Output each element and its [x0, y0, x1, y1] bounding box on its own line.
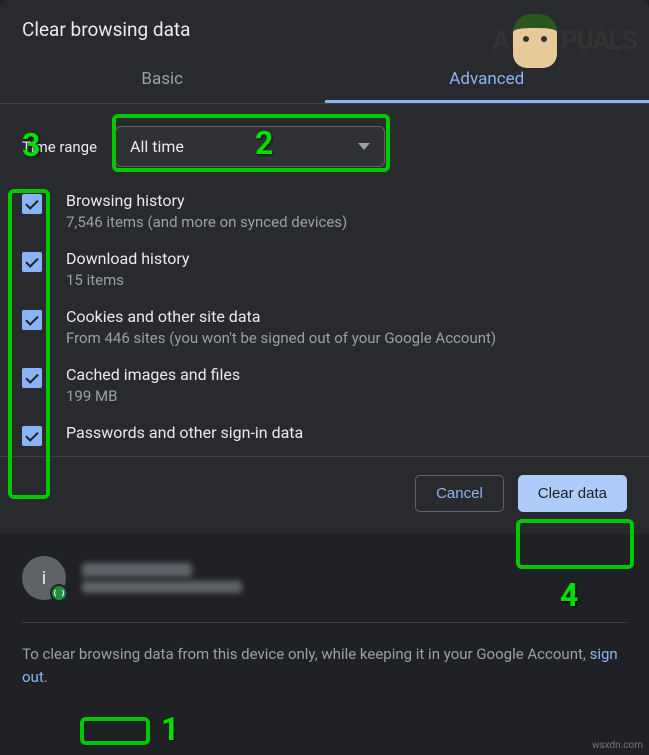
account-row: i: [22, 556, 627, 623]
account-email-redacted: [82, 581, 242, 593]
option-subtitle: 7,546 items (and more on synced devices): [66, 213, 347, 231]
checkmark-icon: [25, 312, 38, 325]
option-title: Passwords and other sign-in data: [66, 423, 303, 442]
option-title: Cached images and files: [66, 365, 240, 384]
footer-text-before: To clear browsing data from this device …: [22, 645, 590, 663]
tab-advanced[interactable]: Advanced: [325, 55, 649, 103]
time-range-label: Time range: [22, 138, 97, 156]
footer-text-after: .: [44, 668, 48, 686]
option-cached: Cached images and files 199 MB: [22, 365, 627, 405]
option-title: Download history: [66, 249, 190, 268]
account-name-redacted: [82, 563, 192, 577]
option-browsing-history: Browsing history 7,546 items (and more o…: [22, 191, 627, 231]
option-subtitle: From 446 sites (you won't be signed out …: [66, 329, 496, 347]
dialog-title: Clear browsing data: [0, 0, 649, 55]
checkmark-icon: [25, 428, 38, 441]
clear-data-button[interactable]: Clear data: [518, 475, 627, 512]
checkbox-download-history[interactable]: [22, 252, 42, 272]
avatar: i: [22, 556, 66, 600]
chevron-down-icon: [358, 143, 370, 150]
option-subtitle: 199 MB: [66, 387, 240, 405]
annotation-number-1: 1: [161, 710, 179, 748]
checkbox-browsing-history[interactable]: [22, 194, 42, 214]
option-cookies: Cookies and other site data From 446 sit…: [22, 307, 627, 347]
checkbox-cookies[interactable]: [22, 310, 42, 330]
option-subtitle: 15 items: [66, 271, 190, 289]
image-credit: wsxdn.com: [592, 740, 643, 751]
option-title: Browsing history: [66, 191, 347, 210]
checkbox-passwords[interactable]: [22, 426, 42, 446]
sync-badge-icon: [50, 584, 68, 602]
checkbox-cached[interactable]: [22, 368, 42, 388]
option-title: Cookies and other site data: [66, 307, 496, 326]
checkmark-icon: [25, 254, 38, 267]
time-range-dropdown[interactable]: All time: [115, 126, 385, 167]
cancel-button[interactable]: Cancel: [415, 475, 504, 512]
annotation-box-1: [80, 717, 150, 745]
tabs: Basic Advanced: [0, 55, 649, 104]
option-download-history: Download history 15 items: [22, 249, 627, 289]
checkmark-icon: [25, 196, 38, 209]
options-list: Browsing history 7,546 items (and more o…: [22, 191, 627, 446]
button-row: Cancel Clear data: [0, 456, 649, 534]
footer-text: To clear browsing data from this device …: [22, 643, 627, 688]
account-info: [82, 563, 242, 593]
tab-basic[interactable]: Basic: [0, 55, 325, 103]
footer: i To clear browsing data from this devic…: [0, 534, 649, 710]
time-range-value: All time: [130, 137, 184, 156]
clear-browsing-dialog: Clear browsing data Basic Advanced Time …: [0, 0, 649, 534]
dialog-content: Time range All time Browsing history 7,5…: [0, 104, 649, 456]
option-passwords: Passwords and other sign-in data: [22, 423, 627, 446]
avatar-initial: i: [42, 568, 46, 589]
time-range-row: Time range All time: [22, 126, 627, 167]
checkmark-icon: [25, 370, 38, 383]
